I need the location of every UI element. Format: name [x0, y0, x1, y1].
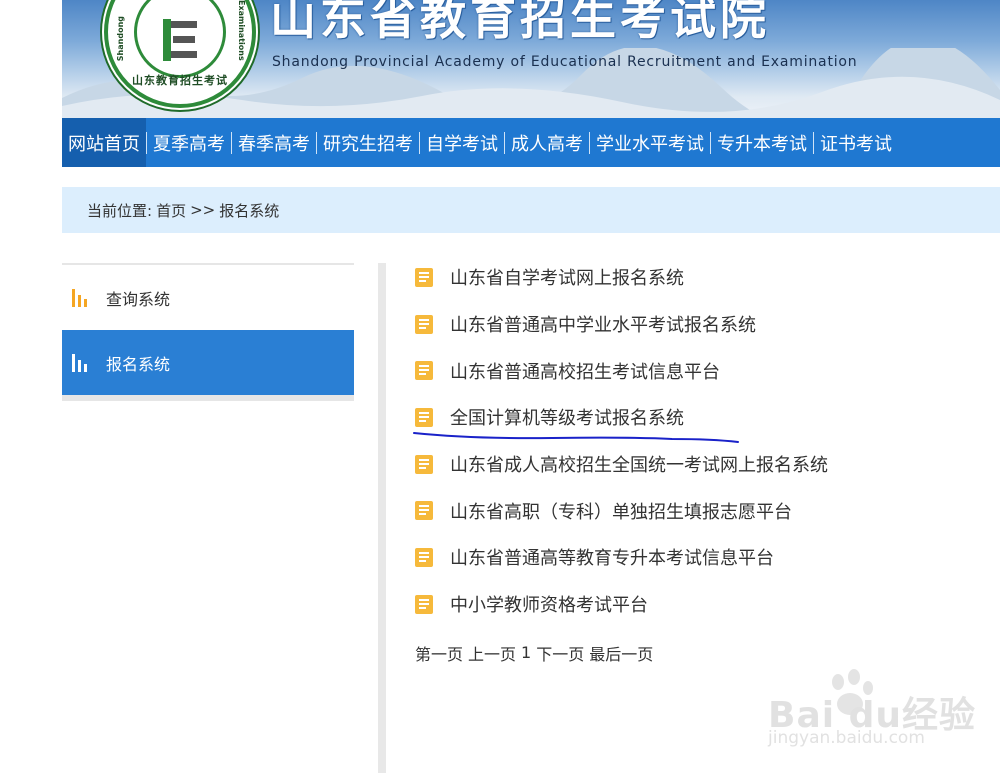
breadcrumb-current: 报名系统: [219, 201, 280, 220]
breadcrumb-prefix: 当前位置:: [87, 201, 153, 220]
pager-last[interactable]: 最后一页: [589, 641, 653, 665]
system-list: 山东省自学考试网上报名系统 山东省普通高中学业水平考试报名系统 山东省普通高校招…: [415, 254, 995, 676]
logo-side-text: Shandong: [116, 16, 125, 62]
main-nav: 网站首页 夏季高考 春季高考 研究生招考 自学考试 成人高考 学业水平考试 专升…: [62, 118, 1000, 167]
nav-item-proficiency-exam[interactable]: 学业水平考试: [590, 118, 710, 167]
sidebar: 查询系统 报名系统: [62, 263, 354, 401]
pager-first[interactable]: 第一页: [415, 641, 463, 665]
baidu-watermark: Bai du经验 jingyan.baidu.com: [768, 668, 975, 758]
annotation-underline: [413, 432, 739, 443]
nav-item-graduate-exam[interactable]: 研究生招考: [317, 118, 419, 167]
logo-inner-ring: [134, 0, 226, 78]
list-item[interactable]: 山东省普通高校招生考试信息平台: [415, 347, 995, 394]
breadcrumb: 当前位置: 首页 >> 报名系统: [62, 187, 1000, 233]
bar-chart-icon: [72, 288, 92, 307]
sidebar-item-query-system[interactable]: 查询系统: [62, 265, 354, 330]
bar-chart-icon: [72, 353, 92, 372]
document-icon: [415, 501, 433, 521]
document-icon: [415, 361, 433, 381]
logo-emblem-icon: [163, 19, 197, 61]
site-subtitle: Shandong Provincial Academy of Education…: [272, 54, 858, 70]
list-item[interactable]: 山东省普通高等教育专升本考试信息平台: [415, 534, 995, 581]
document-icon: [415, 314, 433, 334]
breadcrumb-home-link[interactable]: 首页: [156, 200, 186, 221]
list-item-link[interactable]: 山东省成人高校招生全国统一考试网上报名系统: [450, 451, 828, 477]
document-icon: [415, 594, 433, 614]
pager-current: 1: [521, 643, 532, 662]
nav-item-adult-exam[interactable]: 成人高考: [505, 118, 589, 167]
nav-item-spring-exam[interactable]: 春季高考: [232, 118, 316, 167]
document-icon: [415, 454, 433, 474]
site-title: 山东省教育招生考试院: [270, 0, 770, 45]
content-divider: [378, 263, 386, 773]
list-item[interactable]: 山东省高职（专科）单独招生填报志愿平台: [415, 487, 995, 534]
watermark-url: jingyan.baidu.com: [768, 728, 925, 748]
header-banner: Shandong Examinations 山东教育招生考试 山东省教育招生考试…: [62, 0, 1000, 118]
sidebar-item-label: 报名系统: [106, 354, 171, 374]
nav-item-upgrade-exam[interactable]: 专升本考试: [711, 118, 813, 167]
logo-side-text-right: Examinations: [237, 0, 246, 61]
nav-item-self-study-exam[interactable]: 自学考试: [420, 118, 504, 167]
breadcrumb-separator: >>: [190, 201, 216, 219]
nav-item-summer-exam[interactable]: 夏季高考: [147, 118, 231, 167]
list-item-link[interactable]: 山东省高职（专科）单独招生填报志愿平台: [450, 498, 792, 524]
pager-next[interactable]: 下一页: [536, 641, 584, 665]
pager-prev[interactable]: 上一页: [468, 641, 516, 665]
list-item-link[interactable]: 山东省自学考试网上报名系统: [450, 264, 684, 290]
nav-item-home[interactable]: 网站首页: [62, 118, 146, 167]
sidebar-item-label: 查询系统: [106, 289, 171, 309]
list-item[interactable]: 山东省自学考试网上报名系统: [415, 254, 995, 301]
list-item-link[interactable]: 山东省普通高校招生考试信息平台: [450, 358, 720, 384]
nav-item-certificate-exam[interactable]: 证书考试: [814, 118, 898, 167]
list-item-link[interactable]: 山东省普通高等教育专升本考试信息平台: [450, 544, 774, 570]
list-item[interactable]: 山东省成人高校招生全国统一考试网上报名系统: [415, 441, 995, 488]
sidebar-item-registration-system[interactable]: 报名系统: [62, 330, 354, 395]
document-icon: [415, 267, 433, 287]
list-item-link[interactable]: 山东省普通高中学业水平考试报名系统: [450, 311, 756, 337]
logo-bottom-text: 山东教育招生考试: [132, 74, 228, 87]
list-item[interactable]: 山东省普通高中学业水平考试报名系统: [415, 301, 995, 348]
list-item-link[interactable]: 中小学教师资格考试平台: [450, 591, 648, 617]
document-icon: [415, 547, 433, 567]
list-item[interactable]: 中小学教师资格考试平台: [415, 581, 995, 628]
